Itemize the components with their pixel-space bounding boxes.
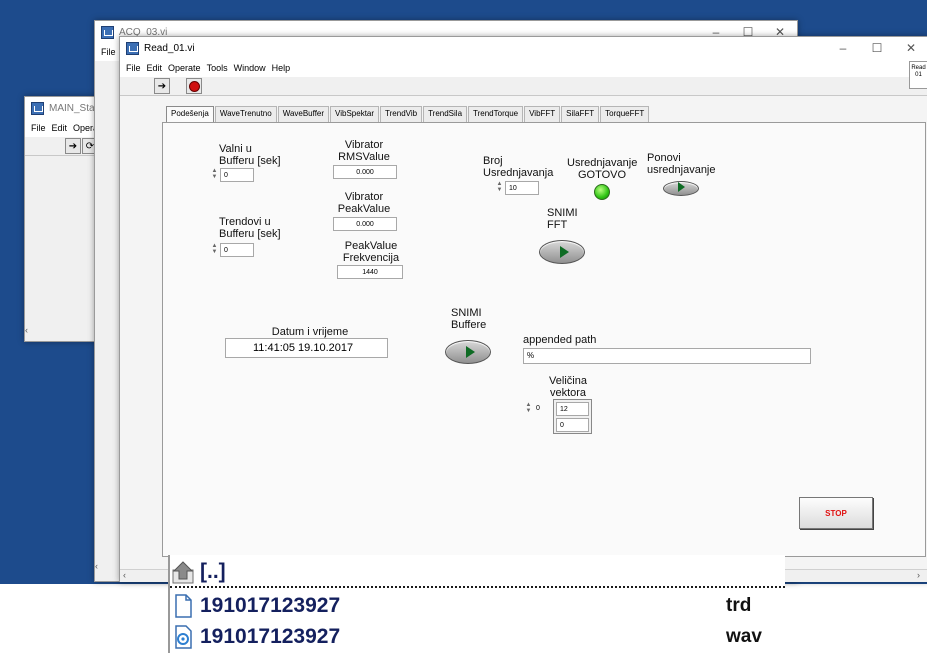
tab-page-podesenja: Valni u Bufferu [sek] ▲ ▼ 0 Trendovi u Bu… (162, 122, 926, 557)
vi-icon: Read 01 (909, 61, 927, 89)
tab-wavetrenutno[interactable]: WaveTrenutno (214, 106, 277, 123)
freq-label: PeakValue Frekvencija (342, 240, 400, 264)
velicina-label: Veličina vektora (549, 375, 587, 399)
rms-value: 0.000 (333, 165, 397, 179)
file-row-parent[interactable]: [..] (170, 557, 785, 588)
read-window-title: Read_01.vi (144, 42, 195, 54)
run-arrow-icon[interactable]: ➔ (65, 138, 81, 154)
snimi-fft-button[interactable] (539, 240, 585, 264)
tab-trendsila[interactable]: TrendSila (423, 106, 468, 123)
scroll-left-icon[interactable]: ‹ (123, 570, 126, 580)
read-window[interactable]: Read_01.vi – ☐ ✕ File Edit Operate Tools… (119, 36, 927, 582)
tab-wavebuffer[interactable]: WaveBuffer (277, 106, 330, 123)
menu-edit[interactable]: Edit (52, 123, 68, 133)
labview-icon (31, 101, 44, 115)
velicina-array: 12 0 (553, 399, 592, 434)
menu-edit[interactable]: Edit (147, 63, 163, 73)
broj-spinner-icon[interactable]: ▲ ▼ (496, 181, 503, 194)
valni-spinner-icon[interactable]: ▲ ▼ (211, 168, 218, 181)
scroll-right-icon[interactable]: › (917, 570, 920, 580)
close-icon[interactable]: ✕ (894, 37, 927, 59)
menu-help[interactable]: Help (272, 63, 291, 73)
peak-label: Vibrator PeakValue (337, 191, 391, 215)
maximize-icon[interactable]: ☐ (860, 37, 894, 59)
file-name: [..] (200, 559, 226, 583)
tab-silafft[interactable]: SilaFFT (561, 106, 600, 123)
file-extension: wav (726, 625, 762, 647)
stop-button[interactable]: STOP (799, 497, 873, 529)
play-icon (560, 246, 569, 258)
menu-file[interactable]: File (126, 63, 141, 73)
menu-tools[interactable]: Tools (207, 63, 228, 73)
document-icon (175, 593, 192, 618)
gotovo-led-indicator (594, 184, 610, 200)
labview-icon (126, 41, 139, 55)
abort-stop-icon[interactable] (186, 78, 202, 94)
labview-icon (101, 25, 114, 39)
velicina-index[interactable]: 0 (533, 402, 550, 416)
run-arrow-icon[interactable]: ➔ (154, 78, 170, 94)
file-list: [..] 191017123927 trd 191017123927 wav (168, 555, 785, 653)
trendovi-label: Trendovi u Bufferu [sek] (219, 216, 281, 240)
front-panel: Podešenja WaveTrenutno WaveBuffer VibSpe… (120, 96, 927, 569)
scroll-left-icon[interactable]: ‹ (25, 325, 28, 335)
tab-torquefft[interactable]: TorqueFFT (600, 106, 650, 123)
broj-label: Broj Usrednjavanja (483, 155, 554, 179)
file-name: 191017123927 (200, 624, 341, 648)
minimize-icon[interactable]: – (826, 37, 860, 59)
menu-file[interactable]: File (101, 47, 116, 57)
tab-vibspektar[interactable]: VibSpektar (330, 106, 380, 123)
trendovi-spinner-icon[interactable]: ▲ ▼ (211, 243, 218, 256)
velicina-element: 12 (556, 402, 589, 416)
ponovi-label: Ponovi usrednjavanje (647, 152, 716, 176)
valni-label: Valni u Bufferu [sek] (219, 143, 281, 167)
tab-trendtorque[interactable]: TrendTorque (468, 106, 524, 123)
tab-bar: Podešenja WaveTrenutno WaveBuffer VibSpe… (166, 106, 650, 124)
up-folder-icon (172, 560, 194, 583)
valni-input[interactable]: 0 (220, 168, 254, 182)
play-icon (466, 346, 475, 358)
datum-value: 11:41:05 19.10.2017 (225, 338, 388, 358)
file-extension: trd (726, 594, 752, 616)
gotovo-label: Usrednjavanje GOTOVO (567, 157, 638, 181)
snimi-fft-label: SNIMI FFT (547, 207, 578, 231)
audio-file-icon (175, 624, 192, 649)
tab-vibfft[interactable]: VibFFT (524, 106, 561, 123)
read-toolbar: ➔ (120, 77, 927, 96)
velicina-index-spinner-icon[interactable]: ▲ ▼ (525, 402, 532, 415)
tab-trendvib[interactable]: TrendVib (380, 106, 423, 123)
snimi-buffere-label: SNIMI Buffere (451, 307, 487, 331)
file-name: 191017123927 (200, 593, 341, 617)
file-row-trd[interactable]: 191017123927 trd (170, 591, 785, 620)
freq-value: 1440 (337, 265, 403, 279)
peak-value: 0.000 (333, 217, 397, 231)
read-menubar: File Edit Operate Tools Window Help (120, 59, 927, 77)
broj-input[interactable]: 10 (505, 181, 539, 195)
menu-window[interactable]: Window (234, 63, 266, 73)
velicina-element: 0 (556, 418, 589, 432)
scroll-left-icon[interactable]: ‹ (95, 561, 98, 571)
read-titlebar[interactable]: Read_01.vi – ☐ ✕ (120, 37, 927, 59)
menu-operate[interactable]: Operate (168, 63, 201, 73)
ponovi-button[interactable] (663, 181, 699, 196)
rms-label: Vibrator RMSValue (338, 139, 390, 163)
datum-label: Datum i vrijeme (271, 326, 349, 338)
path-label: appended path (523, 334, 597, 346)
snimi-buffere-button[interactable] (445, 340, 491, 364)
path-value: % (523, 348, 811, 364)
play-icon (678, 182, 685, 192)
file-row-wav[interactable]: 191017123927 wav (170, 622, 785, 651)
trendovi-input[interactable]: 0 (220, 243, 254, 257)
menu-file[interactable]: File (31, 123, 46, 133)
